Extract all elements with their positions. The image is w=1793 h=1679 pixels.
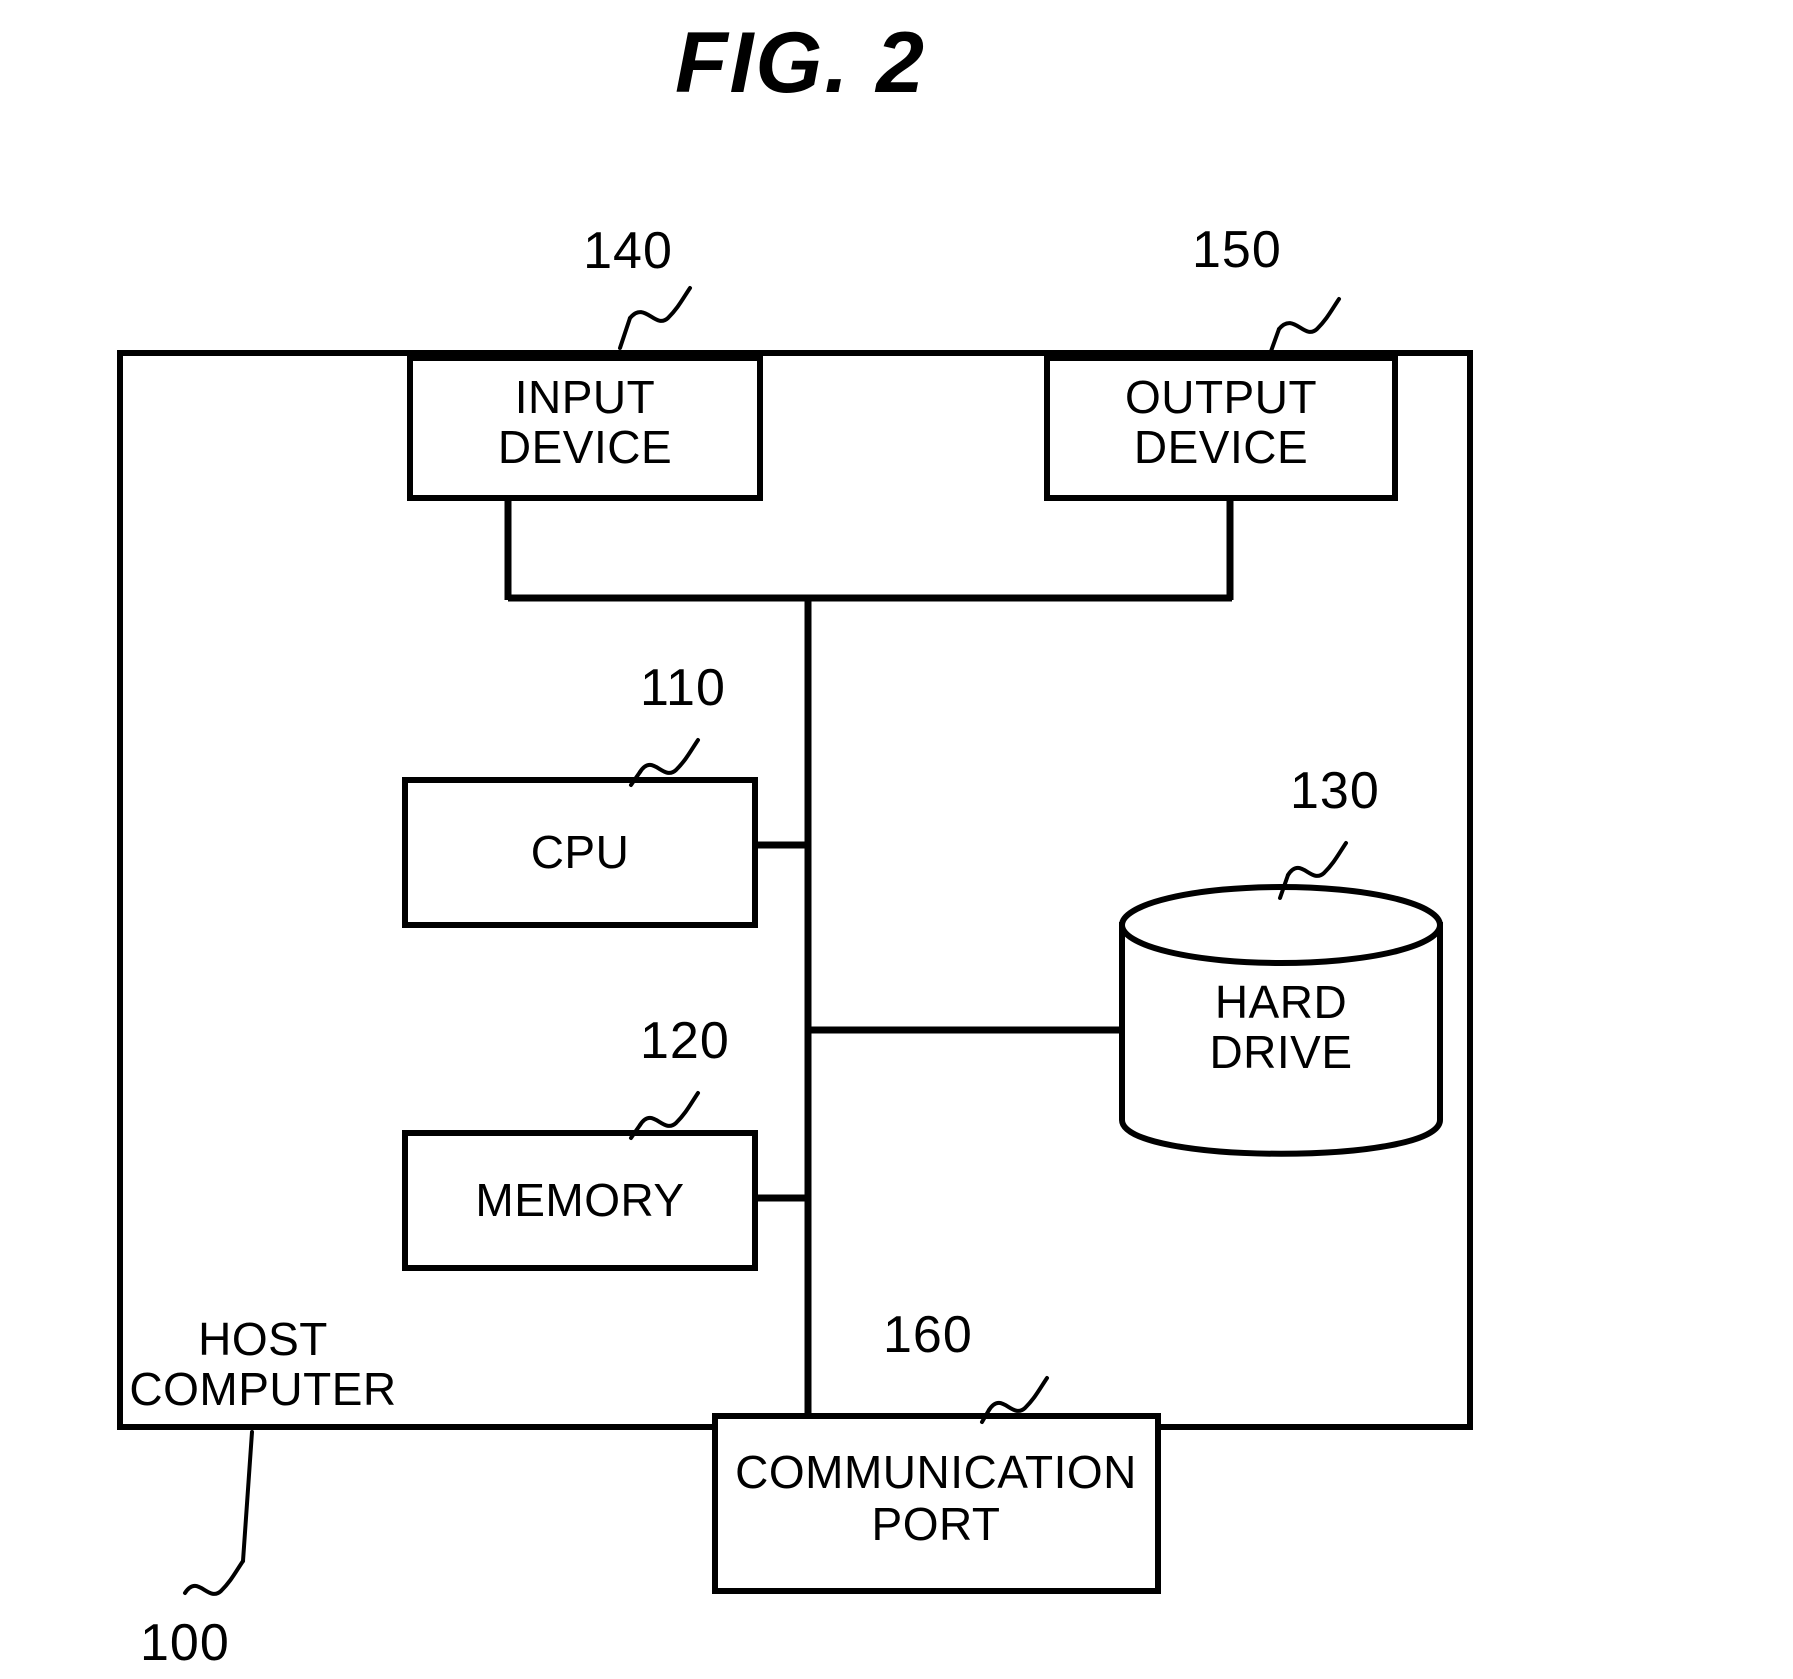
host-computer-reference-number: 100 <box>140 1614 230 1672</box>
hard-drive-label-line2: DRIVE <box>1209 1026 1352 1078</box>
host-computer-leader-line <box>183 1559 245 1596</box>
input-device-leader-line <box>628 286 692 323</box>
memory-reference-number: 120 <box>640 1012 730 1070</box>
memory-label: MEMORY <box>475 1174 684 1226</box>
hard-drive-reference-number: 130 <box>1290 762 1380 820</box>
block-diagram-svg: FIG. 2 INPUT DEVICE 140 OUTPUT DEVICE 15… <box>117 15 1473 1672</box>
input-device-label-line1: INPUT <box>515 371 656 423</box>
communication-port-label-line2: PORT <box>872 1498 1001 1550</box>
output-device-reference-number: 150 <box>1192 221 1282 279</box>
host-computer-leader-tail <box>241 1430 254 1563</box>
communication-port-reference-number: 160 <box>883 1306 973 1364</box>
input-device-label-line2: DEVICE <box>498 421 672 473</box>
communication-port-leader-line <box>987 1376 1049 1413</box>
hard-drive-label-line1: HARD <box>1215 976 1347 1028</box>
output-device-label-line2: DEVICE <box>1134 421 1308 473</box>
figure-canvas: FIG. 2 INPUT DEVICE 140 OUTPUT DEVICE 15… <box>0 0 1793 1679</box>
input-device-leader-tail <box>618 316 632 350</box>
communication-port-label-line1: COMMUNICATION <box>735 1446 1137 1498</box>
cpu-label: CPU <box>531 826 630 878</box>
output-device-leader-line <box>1277 297 1341 334</box>
input-device-reference-number: 140 <box>583 222 673 280</box>
host-computer-label-line1: HOST <box>198 1313 328 1365</box>
output-device-label-line1: OUTPUT <box>1125 371 1317 423</box>
cpu-reference-number: 110 <box>640 659 726 717</box>
figure-title: FIG. 2 <box>675 15 926 111</box>
hard-drive-leader-line <box>1286 841 1348 878</box>
memory-leader-line <box>638 1091 700 1128</box>
cpu-leader-line <box>638 738 700 775</box>
host-computer-label-line2: COMPUTER <box>129 1363 396 1415</box>
